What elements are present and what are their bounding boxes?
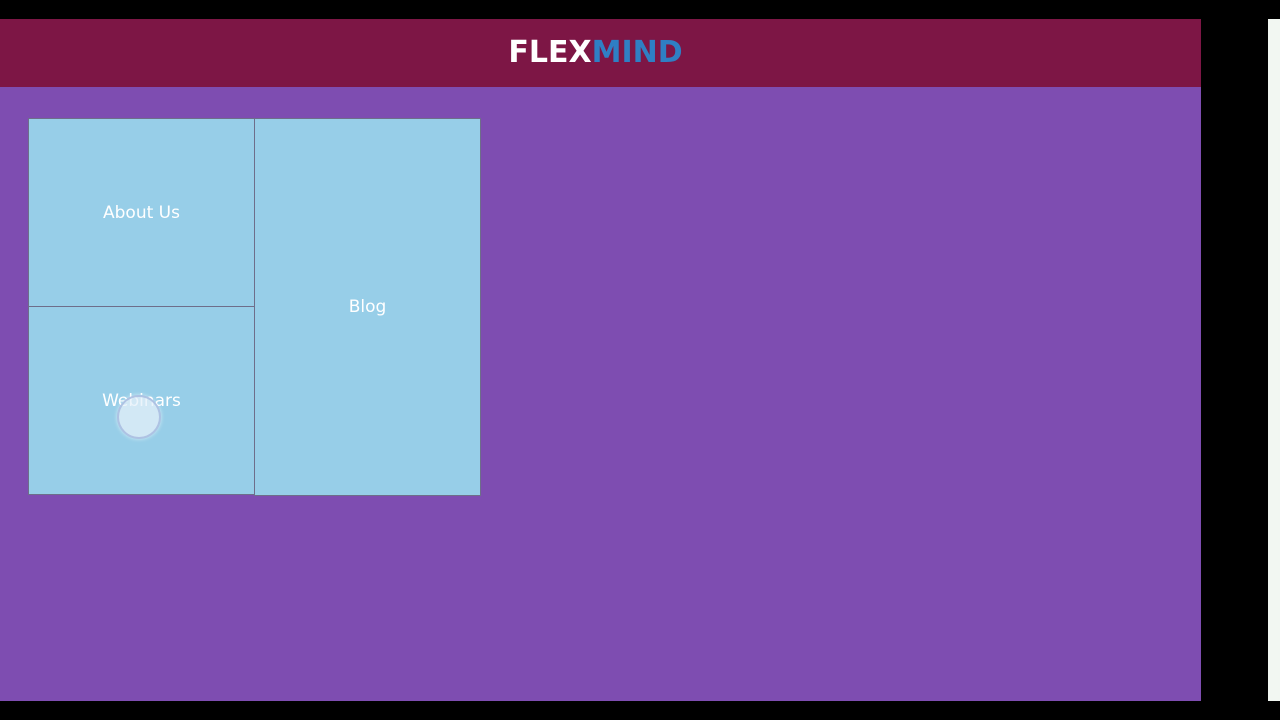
site-logo[interactable]: FLEXMIND xyxy=(508,38,682,68)
logo-text-mind: MIND xyxy=(591,35,683,70)
tile-about-us-label: About Us xyxy=(103,202,180,223)
logo-text-flex: FLEX xyxy=(508,35,592,70)
site-header: FLEXMIND xyxy=(0,19,1201,87)
tile-about-us[interactable]: About Us xyxy=(28,118,255,307)
tile-webinars[interactable]: Webinars xyxy=(28,306,255,495)
tile-blog[interactable]: Blog xyxy=(254,118,481,496)
window-edge xyxy=(1268,19,1280,701)
tile-webinars-label: Webinars xyxy=(102,390,181,411)
page: FLEXMIND About Us Webinars Blog xyxy=(0,19,1201,701)
tile-blog-label: Blog xyxy=(348,297,387,317)
